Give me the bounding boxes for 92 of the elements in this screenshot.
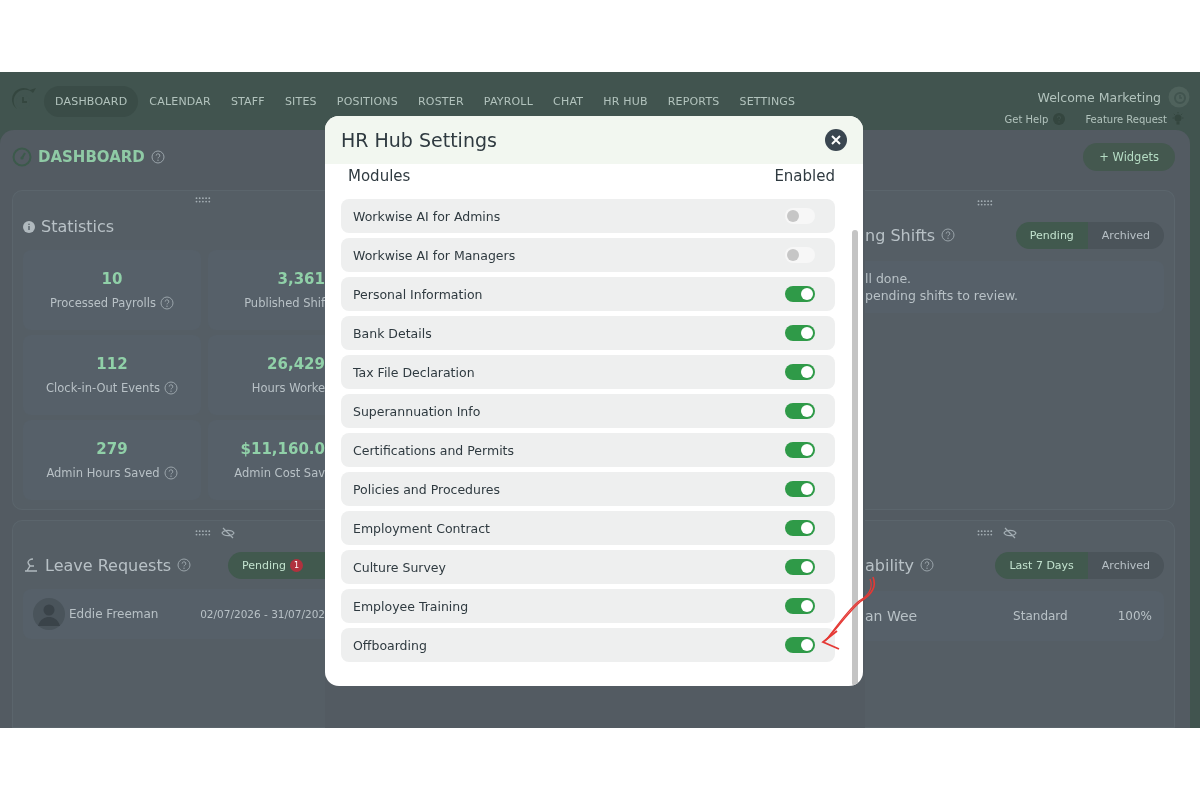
stat-label: Admin Hours Saved bbox=[46, 466, 160, 480]
tab[interactable]: Archived bbox=[1087, 551, 1164, 579]
stat-value: 10 bbox=[101, 270, 123, 288]
tab[interactable]: Archived bbox=[1087, 221, 1164, 249]
nav-item[interactable]: ROSTER bbox=[408, 86, 473, 116]
toggle-switch[interactable] bbox=[785, 364, 815, 380]
stat-value: 3,361 bbox=[277, 270, 325, 288]
module-name: Bank Details bbox=[353, 325, 432, 341]
stat-value: $11,160.0 bbox=[240, 440, 325, 458]
welcome-text: Welcome Marketing bbox=[1037, 89, 1161, 105]
help-icon[interactable] bbox=[177, 558, 191, 572]
module-name: Offboarding bbox=[353, 637, 427, 653]
nav-item[interactable]: CALENDAR bbox=[140, 86, 220, 116]
nav-item[interactable]: SITES bbox=[275, 86, 326, 116]
hidden-eye-icon[interactable] bbox=[221, 527, 235, 539]
message-text: pending shifts to review. bbox=[865, 288, 1019, 303]
stat-value: 112 bbox=[96, 355, 128, 373]
gauge-icon bbox=[12, 147, 32, 167]
stat-label: Admin Cost Sav bbox=[234, 466, 325, 480]
column-header: Modules bbox=[348, 167, 411, 185]
drag-handle-icon[interactable] bbox=[195, 530, 211, 536]
module-name: Superannuation Info bbox=[353, 403, 481, 419]
help-icon[interactable] bbox=[920, 558, 935, 572]
employee-name: Eddie Freeman bbox=[69, 607, 159, 621]
help-icon[interactable] bbox=[163, 466, 178, 480]
stat-value: 26,429 bbox=[267, 355, 325, 373]
module-name: Workwise AI for Admins bbox=[353, 208, 501, 224]
table-cell: Standard bbox=[1013, 609, 1068, 623]
nav-item[interactable]: CHAT bbox=[544, 86, 593, 116]
message-text: ll done. bbox=[865, 271, 913, 286]
close-icon[interactable] bbox=[831, 135, 841, 145]
nav-item[interactable]: PAYROLL bbox=[474, 86, 543, 116]
module-name: Employee Training bbox=[353, 598, 469, 614]
nav-item[interactable]: REPORTS bbox=[658, 86, 729, 116]
stat-label: Hours Worke bbox=[251, 381, 325, 395]
toggle-switch[interactable] bbox=[785, 208, 815, 224]
help-icon[interactable] bbox=[159, 296, 174, 310]
widget-title: Statistics bbox=[41, 217, 115, 236]
nav-item[interactable]: HR HUB bbox=[594, 86, 657, 116]
tab[interactable]: Last 7 Days bbox=[995, 551, 1088, 579]
module-name: Employment Contract bbox=[353, 520, 490, 536]
table-cell: 100% bbox=[1117, 609, 1152, 623]
leave-request-row[interactable]: Eddie Freeman 02/07/2026 - 31/07/202 bbox=[23, 589, 325, 639]
tab[interactable]: Pending 1 bbox=[228, 551, 325, 579]
help-icon[interactable] bbox=[941, 228, 956, 242]
toggle-switch[interactable] bbox=[785, 442, 815, 458]
toggle-switch[interactable] bbox=[785, 598, 815, 614]
module-name: Personal Information bbox=[353, 286, 483, 302]
toggle-switch[interactable] bbox=[785, 481, 815, 497]
module-name: Policies and Procedures bbox=[353, 481, 500, 497]
avatar-icon bbox=[33, 598, 65, 630]
close-button[interactable] bbox=[825, 129, 847, 151]
stat-label: Processed Payrolls bbox=[50, 296, 156, 310]
widgets-button[interactable]: + Widgets bbox=[1083, 143, 1175, 171]
feature-request-link[interactable]: Feature Request bbox=[1085, 113, 1167, 125]
dialog-title: HR Hub Settings bbox=[341, 129, 497, 151]
nav-item[interactable]: STAFF bbox=[221, 86, 274, 116]
scrollbar[interactable] bbox=[852, 230, 858, 686]
widget-title: Leave Requests bbox=[45, 555, 171, 575]
count-badge: 1 bbox=[290, 558, 303, 572]
nav-item[interactable]: POSITIONS bbox=[327, 86, 407, 116]
widget-title: ability bbox=[865, 555, 915, 575]
help-link[interactable]: Get Help bbox=[1004, 113, 1049, 125]
help-icon[interactable] bbox=[150, 150, 165, 164]
toggle-switch[interactable] bbox=[785, 247, 815, 263]
hidden-eye-icon[interactable] bbox=[1003, 527, 1017, 539]
tab[interactable]: Pending bbox=[1015, 221, 1088, 249]
module-name: Culture Survey bbox=[353, 559, 446, 575]
drag-handle-icon[interactable] bbox=[195, 197, 211, 203]
stat-value: 279 bbox=[96, 440, 128, 458]
module-name: Tax File Declaration bbox=[353, 364, 475, 380]
stat-label: Published Shif bbox=[244, 296, 325, 310]
page-title: DASHBOARD bbox=[38, 148, 145, 166]
nav-item[interactable]: SETTINGS bbox=[730, 86, 805, 116]
toggle-switch[interactable] bbox=[785, 325, 815, 341]
nav-item[interactable]: DASHBOARD bbox=[44, 85, 139, 117]
stat-label: Clock-in-Out Events bbox=[46, 381, 160, 395]
toggle-switch[interactable] bbox=[785, 286, 815, 302]
date-range: 02/07/2026 - 31/07/202 bbox=[200, 608, 325, 620]
drag-handle-icon[interactable] bbox=[977, 200, 993, 206]
info-icon bbox=[23, 220, 35, 233]
column-header: Enabled bbox=[774, 167, 835, 185]
toggle-switch[interactable] bbox=[785, 520, 815, 536]
module-name: Certifications and Permits bbox=[353, 442, 515, 458]
table-cell: an Wee bbox=[865, 608, 918, 624]
widget-title: ng Shifts bbox=[865, 225, 936, 245]
drag-handle-icon[interactable] bbox=[977, 530, 993, 536]
module-name: Workwise AI for Managers bbox=[353, 247, 516, 263]
toggle-switch[interactable] bbox=[785, 403, 815, 419]
toggle-switch[interactable] bbox=[785, 637, 815, 653]
toggle-switch[interactable] bbox=[785, 559, 815, 575]
help-icon[interactable] bbox=[163, 381, 178, 395]
